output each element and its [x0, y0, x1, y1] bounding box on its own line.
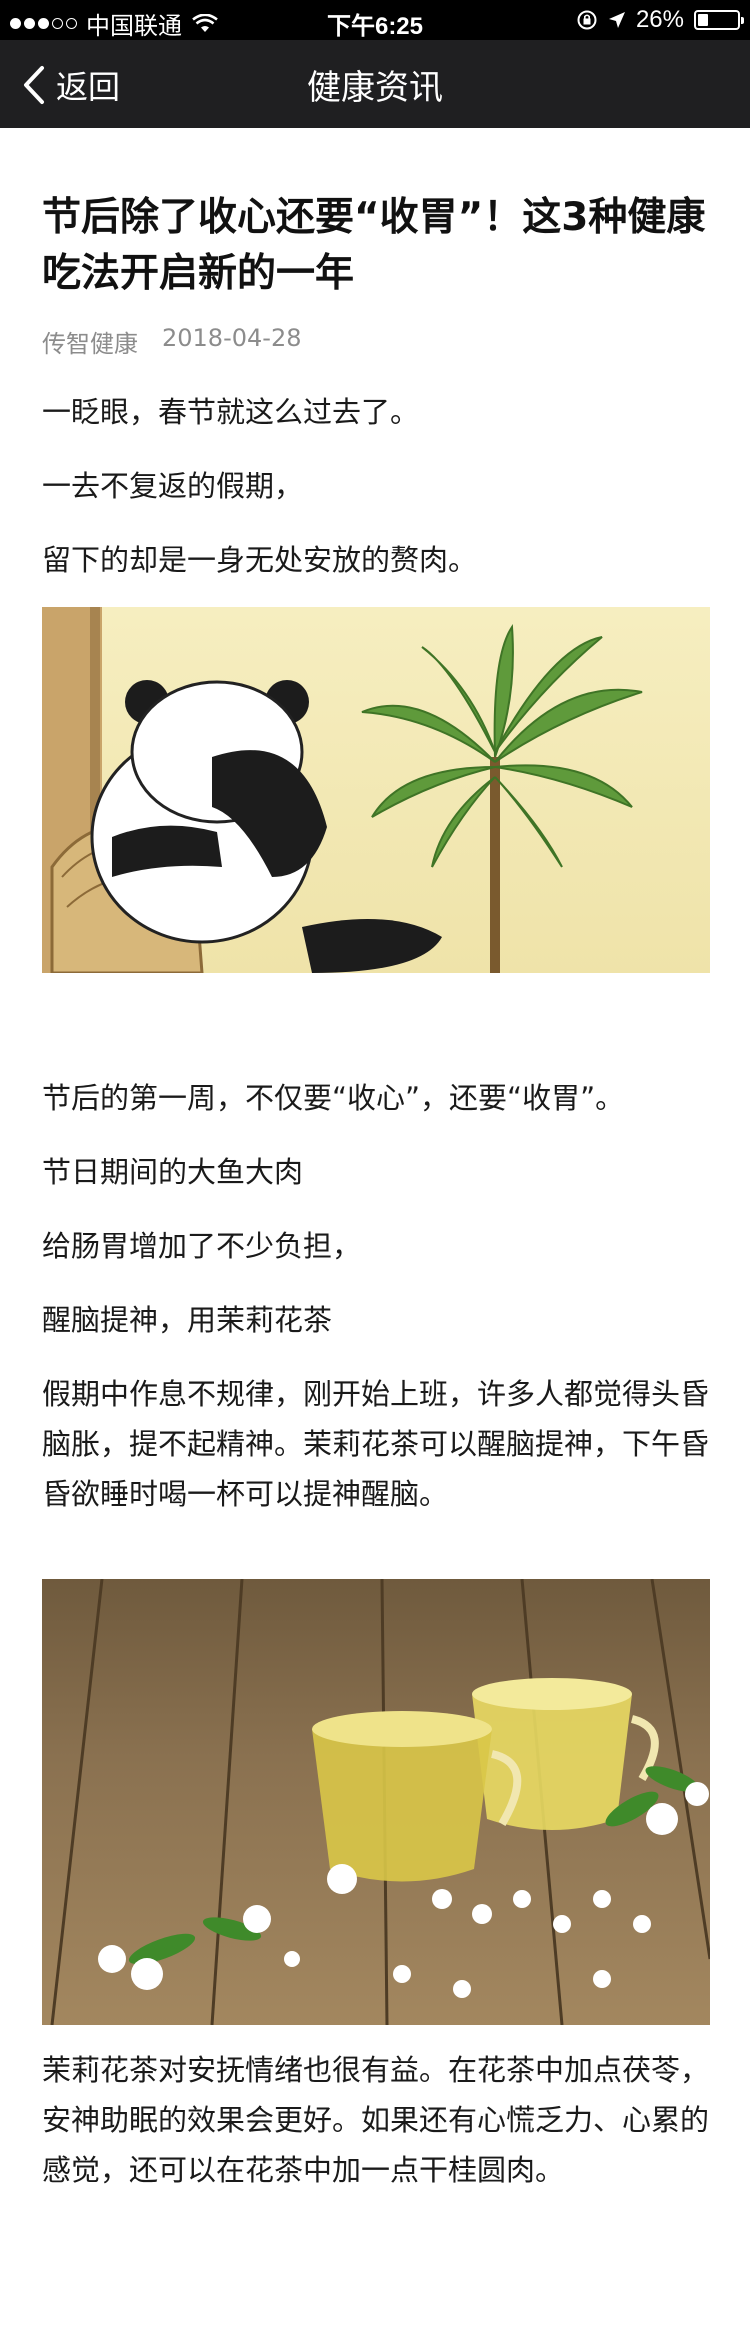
section-line: 给肠胃增加了不少负担， [42, 1229, 362, 1263]
intro-line: 一去不复返的假期， [42, 469, 304, 503]
intro-line: 一眨眼，春节就这么过去了。 [42, 395, 420, 429]
page-title: 健康资讯 [307, 68, 443, 108]
section-line: 醒脑提神，用茉莉花茶 [42, 1303, 333, 1337]
battery-percentage: 26% [635, 6, 684, 33]
intro-line: 留下的却是一身无处安放的赘肉。 [42, 543, 478, 577]
location-arrow-icon [608, 12, 625, 28]
panda-illustration [42, 607, 710, 973]
article-meta: 传智健康 2018-04-28 [42, 324, 710, 359]
jasmine-paragraph: 假期中作息不规律，刚开始上班，许多人都觉得头昏脑胀，提不起精神。茉莉花茶可以醒脑… [42, 1377, 710, 1511]
calm-paragraph: 茉莉花茶对安抚情绪也很有益。在花茶中加点茯苓，安神助眠的效果会更好。如果还有心慌… [42, 2053, 710, 2187]
section-line: 节后的第一周，不仅要“收心”，还要“收胃”。 [42, 1081, 625, 1115]
article: 节后除了收心还要“收胃”！这3种健康吃法开启新的一年 传智健康 2018-04-… [42, 128, 710, 2195]
battery-icon [694, 10, 744, 30]
article-date: 2018-04-28 [162, 324, 302, 352]
navigation-bar: 返回 健康资讯 [0, 40, 750, 128]
rotation-lock-icon [577, 10, 597, 30]
status-bar-right: 26% [566, 6, 744, 34]
article-author[interactable]: 传智健康 [42, 324, 138, 359]
article-title: 节后除了收心还要“收胃”！这3种健康吃法开启新的一年 [42, 195, 706, 296]
jasmine-tea-photo [42, 1579, 710, 2025]
status-bar: 中国联通 下午6:25 26% [0, 0, 750, 40]
section-line: 节日期间的大鱼大肉 [42, 1155, 304, 1189]
